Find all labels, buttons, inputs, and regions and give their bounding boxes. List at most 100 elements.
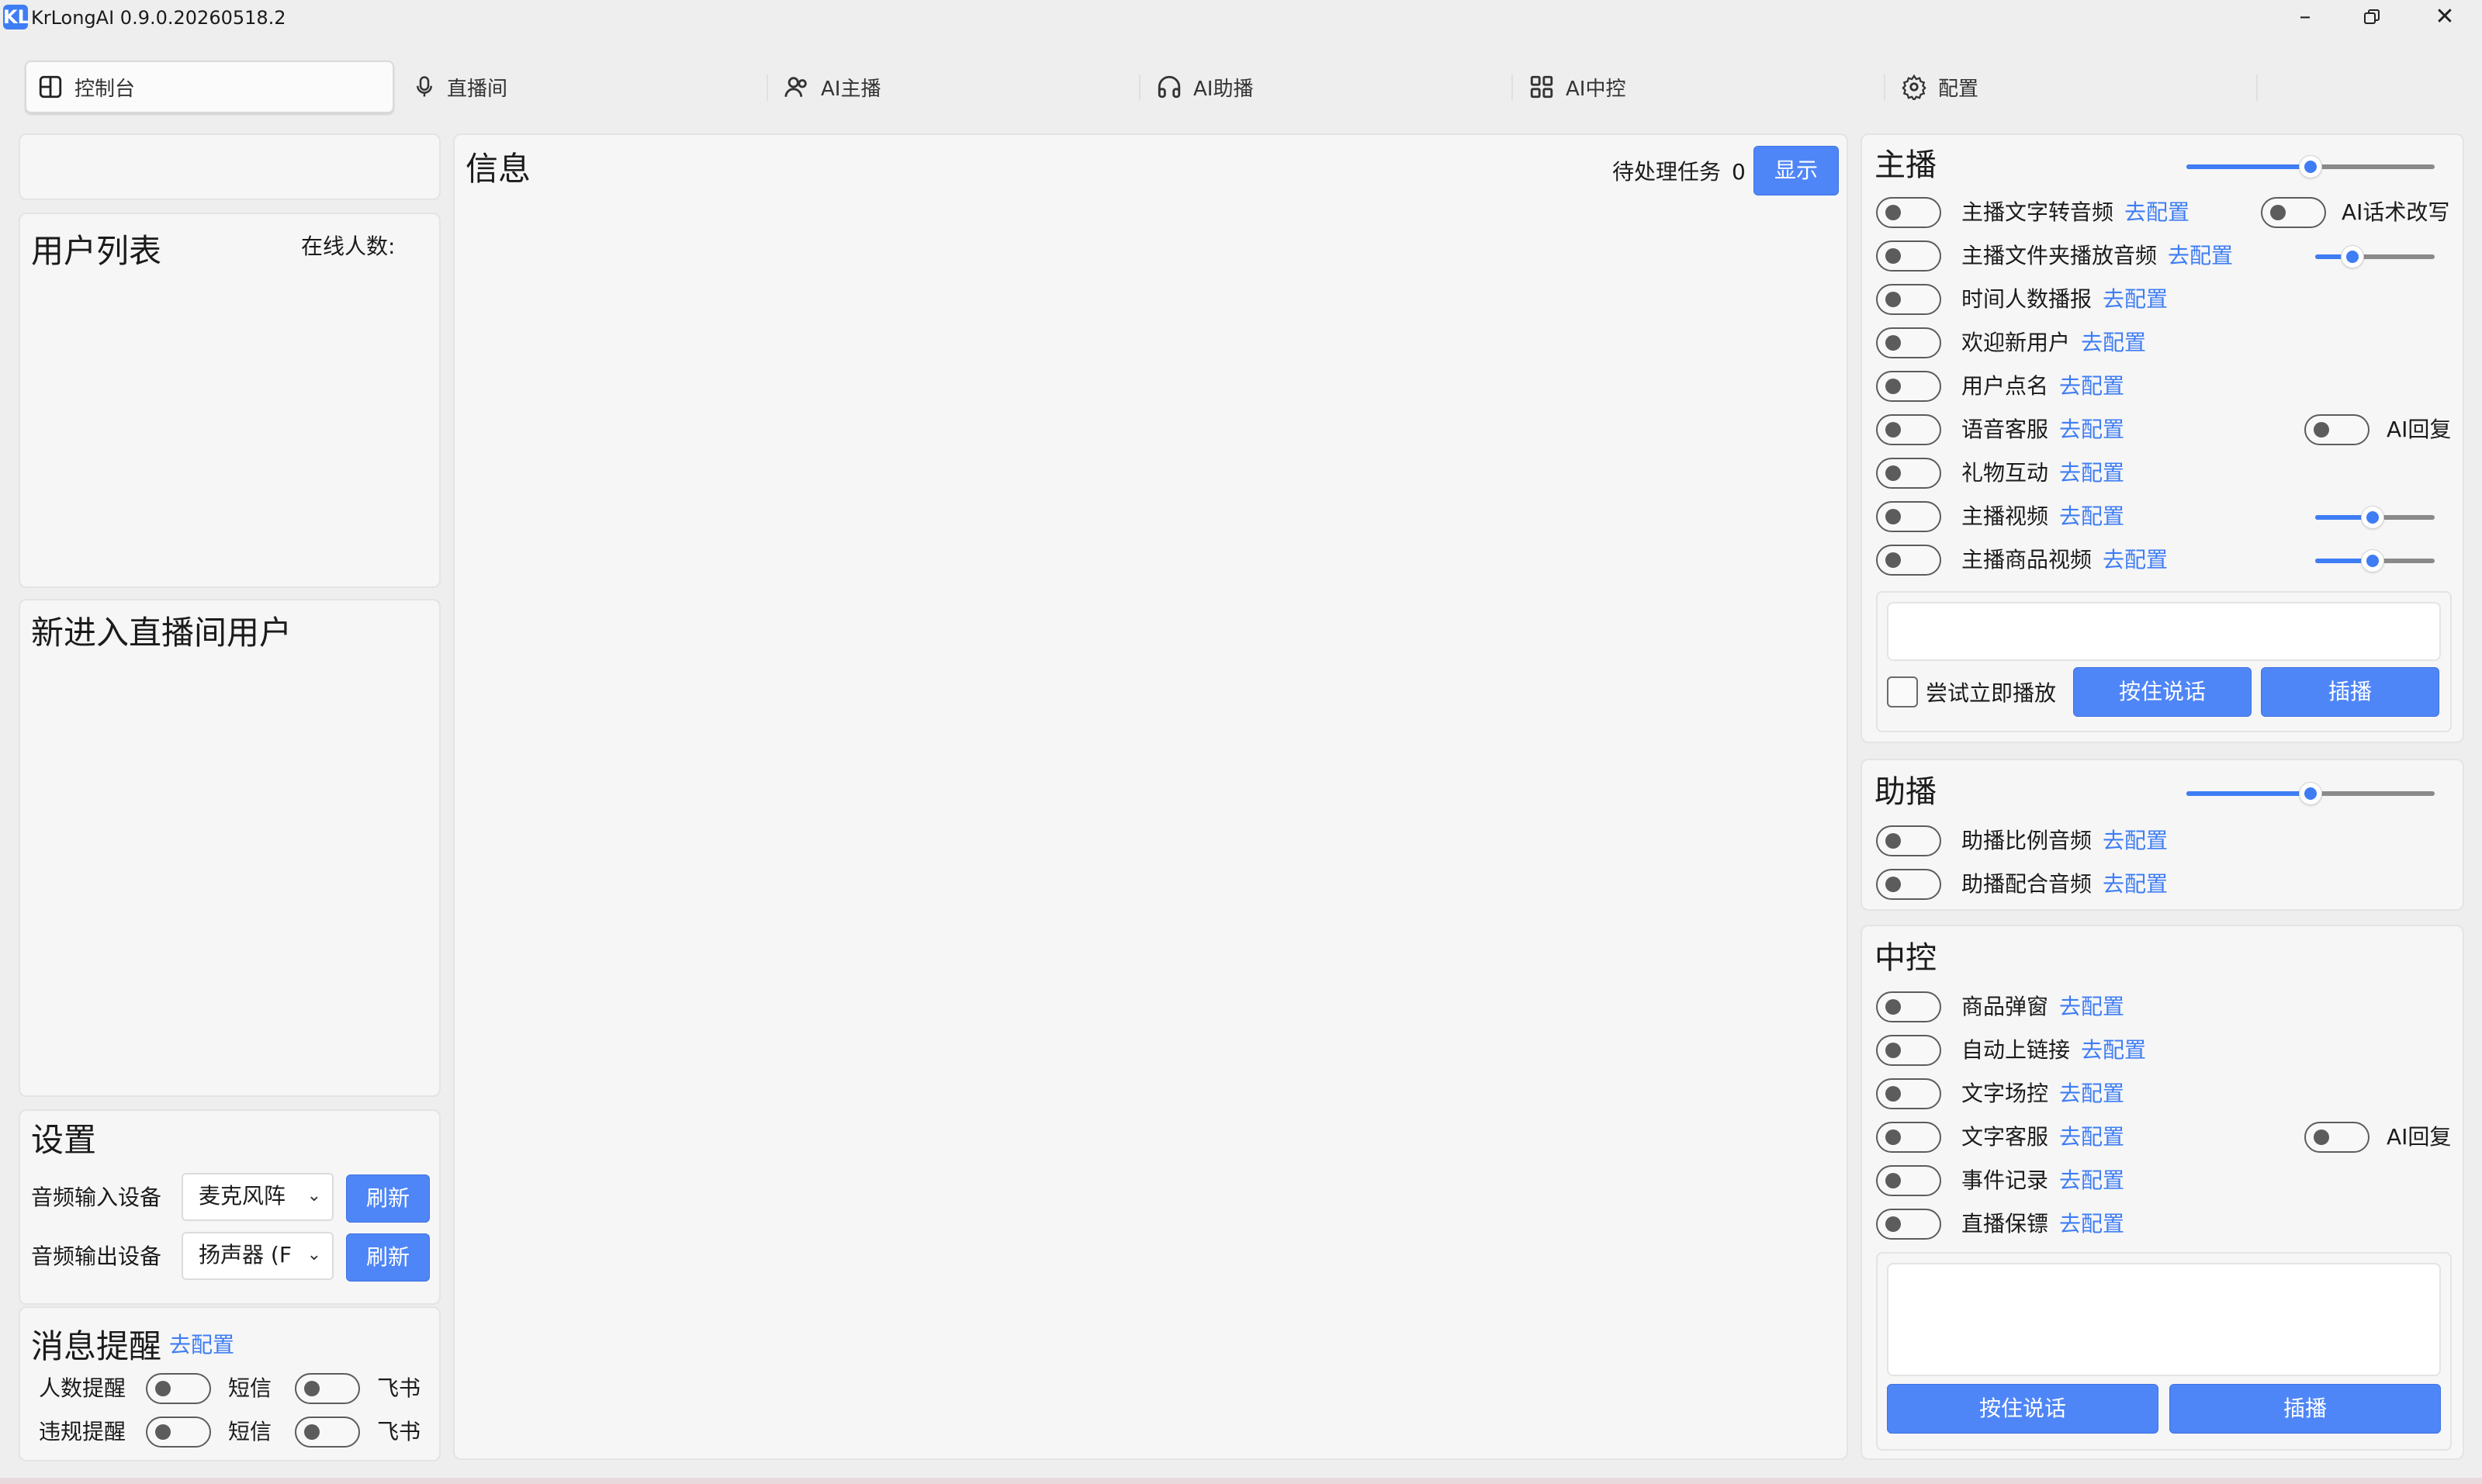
anchor-volume-slider[interactable] xyxy=(2300,156,2321,178)
grid-icon xyxy=(1530,75,1553,99)
product-video-slider[interactable] xyxy=(2362,550,2383,572)
hold-to-talk-button[interactable]: 按住说话 xyxy=(2073,667,2252,717)
toggle-gift-interaction[interactable] xyxy=(1876,458,1941,489)
ai-rewrite-label: AI话术改写 xyxy=(2342,199,2450,225)
tab-divider xyxy=(767,74,768,101)
toggle-folder-audio[interactable] xyxy=(1876,240,1941,272)
microphone-icon xyxy=(417,76,432,97)
config-link[interactable]: 去配置 xyxy=(2059,1210,2124,1238)
config-link[interactable]: 去配置 xyxy=(2059,1080,2124,1108)
toggle-voice-service[interactable] xyxy=(1876,414,1941,445)
audio-output-select[interactable]: 扬声器 (F ⌄ xyxy=(182,1232,334,1280)
control-text-input[interactable] xyxy=(1887,1263,2441,1376)
tab-ai-assistant[interactable]: AI助播 xyxy=(1156,61,1253,113)
config-link[interactable]: 去配置 xyxy=(2103,827,2168,855)
pending-tasks-count: 0 xyxy=(1732,159,1746,185)
toggle-anchor-video[interactable] xyxy=(1876,501,1941,532)
toggle-live-guard[interactable] xyxy=(1876,1209,1941,1240)
chevron-down-icon: ⌄ xyxy=(306,1186,321,1206)
toggle-auto-link[interactable] xyxy=(1876,1035,1941,1066)
toggle-control-ai-reply[interactable] xyxy=(2304,1122,2369,1153)
alert-feishu-toggle[interactable] xyxy=(295,1373,360,1404)
config-link[interactable]: 去配置 xyxy=(2103,285,2168,313)
assistant-volume-slider[interactable] xyxy=(2300,783,2321,804)
user-list-panel: 用户列表 在线人数: xyxy=(19,213,441,588)
config-link[interactable]: 去配置 xyxy=(2059,1167,2124,1195)
control-insert-play-button[interactable]: 插播 xyxy=(2169,1384,2441,1434)
anchor-volume-fill xyxy=(2186,164,2311,169)
toggle-ai-rewrite[interactable] xyxy=(2261,197,2326,228)
config-link[interactable]: 去配置 xyxy=(2081,329,2146,357)
toggle-time-count[interactable] xyxy=(1876,284,1941,315)
new-users-panel: 新进入直播间用户 xyxy=(19,599,441,1097)
config-link[interactable]: 去配置 xyxy=(2059,372,2124,400)
settings-title: 设置 xyxy=(31,1121,97,1159)
minimize-button[interactable]: – xyxy=(2270,0,2340,36)
config-link[interactable]: 去配置 xyxy=(2103,546,2168,574)
assistant-title: 助播 xyxy=(1874,774,1937,810)
tab-label: 控制台 xyxy=(74,77,136,101)
anchor-text-input[interactable] xyxy=(1887,602,2441,661)
gear-icon xyxy=(1902,74,1926,100)
config-link[interactable]: 去配置 xyxy=(2059,416,2124,444)
toggle-text-service[interactable] xyxy=(1876,1122,1941,1153)
config-link[interactable]: 去配置 xyxy=(2059,503,2124,531)
close-button[interactable]: ✕ xyxy=(2410,0,2480,36)
config-link[interactable]: 去配置 xyxy=(2124,199,2189,227)
toggle-event-log[interactable] xyxy=(1876,1165,1941,1196)
info-title: 信息 xyxy=(466,150,531,188)
insert-play-button[interactable]: 插播 xyxy=(2261,667,2439,717)
tab-live-room[interactable]: 直播间 xyxy=(413,61,507,113)
item-label: 商品弹窗 xyxy=(1961,994,2049,1019)
info-panel: 信息 待处理任务 0 显示 xyxy=(453,133,1848,1460)
toggle-welcome-user[interactable] xyxy=(1876,327,1941,358)
users-icon xyxy=(784,77,807,97)
alert-sms-toggle[interactable] xyxy=(146,1417,211,1448)
tab-label: AI助播 xyxy=(1193,77,1254,101)
folder-audio-slider[interactable] xyxy=(2342,246,2363,268)
online-count-label: 在线人数: xyxy=(301,233,396,259)
toggle-product-video[interactable] xyxy=(1876,545,1941,576)
ai-reply-label: AI回复 xyxy=(2387,417,2452,442)
anchor-video-slider[interactable] xyxy=(2362,507,2383,528)
toggle-product-popup[interactable] xyxy=(1876,991,1941,1022)
tab-label: AI中控 xyxy=(1566,77,1626,101)
item-label: 时间人数播报 xyxy=(1961,286,2093,312)
feishu-label: 飞书 xyxy=(377,1375,421,1401)
config-link[interactable]: 去配置 xyxy=(2081,1036,2146,1064)
toggle-text-to-audio[interactable] xyxy=(1876,197,1941,228)
alert-sms-toggle[interactable] xyxy=(146,1373,211,1404)
toggle-coop-audio[interactable] xyxy=(1876,869,1941,900)
tab-ai-control[interactable]: AI中控 xyxy=(1528,61,1625,113)
try-play-checkbox[interactable] xyxy=(1887,676,1918,707)
toggle-roll-call[interactable] xyxy=(1876,371,1941,402)
tab-dashboard[interactable]: 控制台 xyxy=(25,61,394,113)
toggle-ai-reply[interactable] xyxy=(2304,414,2369,445)
tab-settings[interactable]: 配置 xyxy=(1901,61,1978,113)
item-label: 自动上链接 xyxy=(1961,1037,2071,1063)
config-link[interactable]: 去配置 xyxy=(2168,242,2233,270)
item-label: 文字场控 xyxy=(1961,1081,2049,1106)
refresh-input-button[interactable]: 刷新 xyxy=(346,1174,430,1223)
audio-input-select[interactable]: 麦克风阵 ⌄ xyxy=(182,1173,334,1221)
alert-feishu-toggle[interactable] xyxy=(295,1417,360,1448)
toggle-ratio-audio[interactable] xyxy=(1876,825,1941,856)
config-link[interactable]: 去配置 xyxy=(2103,870,2168,898)
config-link[interactable]: 去配置 xyxy=(2059,993,2124,1021)
settings-panel: 设置 音频输入设备 麦克风阵 ⌄ 刷新 音频输出设备 扬声器 (F ⌄ 刷新 xyxy=(19,1109,441,1305)
control-hold-to-talk-button[interactable]: 按住说话 xyxy=(1887,1384,2158,1434)
audio-output-value: 扬声器 (F xyxy=(199,1242,292,1268)
item-label: 助播比例音频 xyxy=(1961,828,2093,853)
alerts-config-link[interactable]: 去配置 xyxy=(169,1331,234,1359)
refresh-output-button[interactable]: 刷新 xyxy=(346,1233,430,1282)
toggle-text-control[interactable] xyxy=(1876,1078,1941,1109)
control-title: 中控 xyxy=(1874,940,1937,976)
control-input-card: 按住说话 插播 xyxy=(1876,1252,2452,1451)
item-label: 礼物互动 xyxy=(1961,460,2049,486)
config-link[interactable]: 去配置 xyxy=(2059,459,2124,487)
maximize-button[interactable] xyxy=(2337,0,2407,36)
config-link[interactable]: 去配置 xyxy=(2059,1123,2124,1151)
show-button[interactable]: 显示 xyxy=(1753,146,1839,195)
ai-reply-label: AI回复 xyxy=(2387,1124,2452,1150)
tab-ai-anchor[interactable]: AI主播 xyxy=(784,61,881,113)
